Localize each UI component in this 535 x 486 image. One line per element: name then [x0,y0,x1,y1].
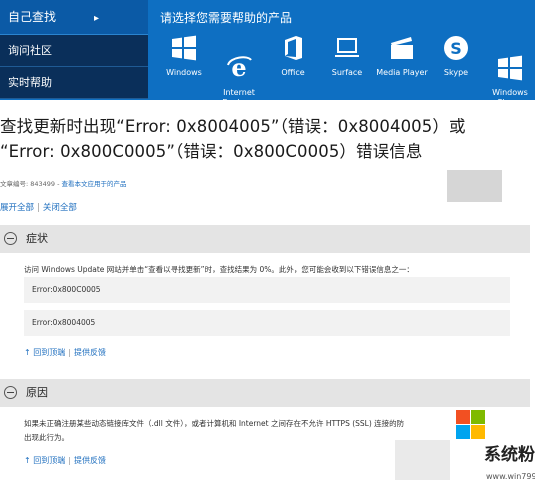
expand-all-link[interactable]: 展开全部 [0,203,34,213]
blurred-region [395,440,450,480]
product-label: Windows [166,68,202,77]
surface-laptop-icon [332,34,362,62]
product-skype[interactable]: S Skype [428,34,484,78]
windows-phone-icon [495,44,525,81]
cause-text-line-2: 出现此行为。 [24,433,69,442]
product-label: Skype [443,68,469,77]
section-title: 原因 [26,386,48,399]
internet-explorer-icon: e [224,44,254,82]
product-label: Windows Phone [492,88,528,107]
symptom-text: 访问 Windows Update 网站并单击“查看以寻找更新”时，查找结果为 … [24,265,414,274]
expand-collapse-links: 展开全部 | 关闭全部 [0,201,77,213]
article-title-line-1: 查找更新时出现“Error: 0x8004005”（错误：0x8004005）或 [0,117,466,136]
self-search-menu-item[interactable]: 自己查找 ▸ [0,0,148,35]
product-windows[interactable]: Windows [156,34,212,78]
self-search-label: 自己查找 [8,10,57,24]
help-left-menu: 自己查找 ▸ 询问社区 实时帮助 [0,0,148,100]
cause-text-line-1: 如果未正确注册某些动态链接库文件（.dll 文件），或者计算机和 Interne… [24,419,405,428]
cause-section-header[interactable]: 原因 [0,379,530,407]
separator: | [68,456,71,465]
cause-footer-links: ↑ 回到顶端 | 提供反馈 [24,455,106,466]
office-icon [278,34,308,62]
product-label: Surface [331,68,363,77]
collapse-minus-icon [4,386,17,399]
error-message-box: Error:0x8004005 [24,310,510,336]
watermark-url: www.win7999.com [486,472,535,481]
watermark-text: 系统粉 [484,445,535,465]
article-title-line-2: “Error: 0x800C0005”（错误：0x800C0005）错误信息 [0,142,423,161]
svg-text:S: S [450,39,462,58]
back-to-top-link[interactable]: ↑ 回到顶端 [24,456,65,465]
product-label: Internet Explorer [222,88,256,107]
blurred-region [447,170,502,202]
ask-community-menu-item[interactable]: 询问社区 [0,35,148,67]
live-help-menu-item[interactable]: 实时帮助 [0,67,148,99]
separator: | [37,203,40,213]
product-label: Office [281,68,305,77]
article-title: 查找更新时出现“Error: 0x8004005”（错误：0x8004005）或… [0,114,535,164]
feedback-link[interactable]: 提供反馈 [74,348,106,357]
product-picker-title: 请选择您需要帮助的产品 [160,11,293,25]
symptom-section-header[interactable]: 症状 [0,225,530,253]
product-internet-explorer[interactable]: e Internet Explorer [211,34,267,108]
product-surface[interactable]: Surface [319,34,375,78]
symptom-footer-links: ↑ 回到顶端 | 提供反馈 [24,347,106,358]
article-id: 文章编号: 843499 - [0,180,62,188]
product-windows-phone[interactable]: Windows Phone [482,34,535,108]
article-meta: 文章编号: 843499 - 查看本文应用于的产品 [0,178,127,188]
windows-logo-icon [169,34,199,62]
product-label: Media Player [376,68,428,77]
collapse-minus-icon [4,232,17,245]
top-navigation-bar: 自己查找 ▸ 询问社区 实时帮助 请选择您需要帮助的产品 Windows e In… [0,0,535,107]
error-message-box: Error:0x800C0005 [24,277,510,303]
separator: | [68,348,71,357]
collapse-all-link[interactable]: 关闭全部 [43,203,77,213]
section-title: 症状 [26,232,48,245]
product-media-player[interactable]: Media Player [374,34,430,78]
skype-icon: S [441,34,471,62]
windows-logo-icon [456,410,486,444]
applies-to-link[interactable]: 查看本文应用于的产品 [62,180,127,188]
feedback-link[interactable]: 提供反馈 [74,456,106,465]
back-to-top-link[interactable]: ↑ 回到顶端 [24,348,65,357]
chevron-right-icon: ▸ [94,13,100,24]
media-player-clapper-icon [387,34,417,62]
product-office[interactable]: Office [265,34,321,78]
